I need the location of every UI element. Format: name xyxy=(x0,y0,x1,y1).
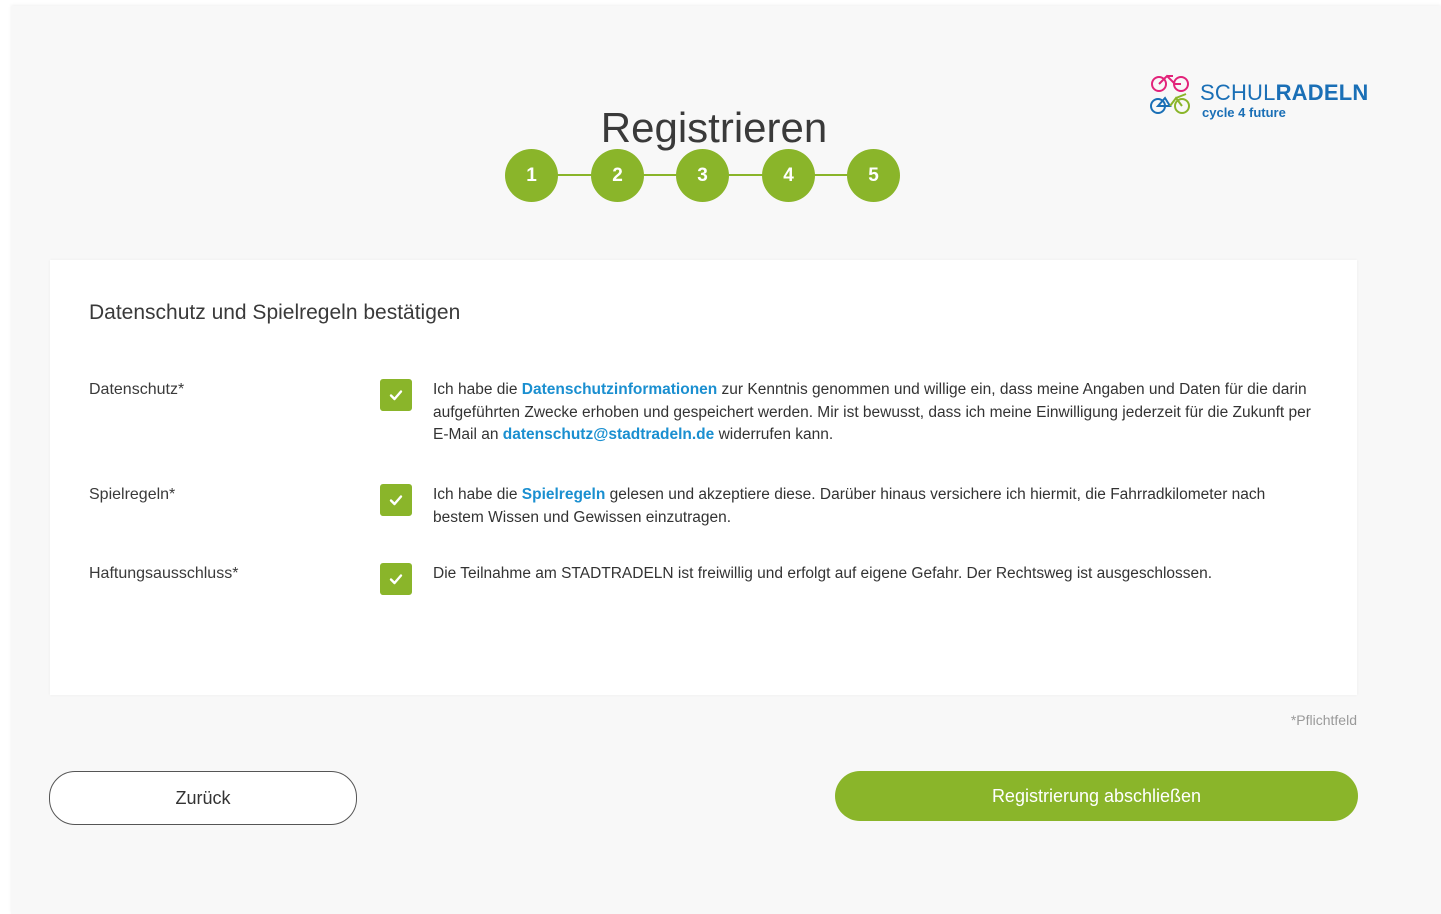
bicycle-logo-icon xyxy=(1150,74,1190,114)
step-4: 4 xyxy=(762,149,815,202)
text-datenschutz-part-3: widerrufen kann. xyxy=(714,426,834,443)
consent-card: Datenschutz und Spielregeln bestätigen D… xyxy=(50,260,1357,695)
step-3: 3 xyxy=(676,149,729,202)
label-datenschutz: Datenschutz* xyxy=(89,381,185,398)
link-datenschutz-email[interactable]: datenschutz@stadtradeln.de xyxy=(503,426,714,443)
logo-wordmark-bold: RADELN xyxy=(1275,80,1369,105)
link-datenschutzinformationen[interactable]: Datenschutzinformationen xyxy=(522,381,717,398)
submit-registration-button[interactable]: Registrierung abschließen xyxy=(835,771,1358,821)
step-5: 5 xyxy=(847,149,900,202)
check-icon xyxy=(389,495,403,506)
label-haftungsausschluss: Haftungsausschluss* xyxy=(89,565,239,582)
back-button[interactable]: Zurück xyxy=(49,771,357,825)
checkbox-spielregeln[interactable] xyxy=(380,484,412,516)
page-background: Registrieren SCHULRADELN cycle 4 future … xyxy=(11,6,1441,914)
step-1: 1 xyxy=(505,149,558,202)
checkbox-haftungsausschluss[interactable] xyxy=(380,563,412,595)
schulradeln-logo[interactable]: SCHULRADELN cycle 4 future xyxy=(1146,70,1368,130)
text-spielregeln: Ich habe die Spielregeln gelesen und akz… xyxy=(433,484,1313,529)
text-spielregeln-part-1: Ich habe die xyxy=(433,486,522,503)
check-icon xyxy=(389,390,403,401)
check-icon xyxy=(389,574,403,585)
link-spielregeln[interactable]: Spielregeln xyxy=(522,486,606,503)
text-haftungsausschluss: Die Teilnahme am STADTRADELN ist freiwil… xyxy=(433,565,1213,582)
required-field-note: *Pflichtfeld xyxy=(1290,712,1357,728)
logo-tagline: cycle 4 future xyxy=(1202,105,1286,120)
logo-wordmark: SCHULRADELN xyxy=(1200,80,1368,106)
checkbox-datenschutz[interactable] xyxy=(380,379,412,411)
label-spielregeln: Spielregeln* xyxy=(89,486,176,503)
logo-wordmark-light: SCHUL xyxy=(1200,80,1276,105)
step-progress: 1 2 3 4 5 xyxy=(505,149,905,203)
text-datenschutz: Ich habe die Datenschutzinformationen zu… xyxy=(433,379,1313,447)
section-title: Datenschutz und Spielregeln bestätigen xyxy=(89,301,461,324)
text-datenschutz-part-1: Ich habe die xyxy=(433,381,522,398)
step-2: 2 xyxy=(591,149,644,202)
